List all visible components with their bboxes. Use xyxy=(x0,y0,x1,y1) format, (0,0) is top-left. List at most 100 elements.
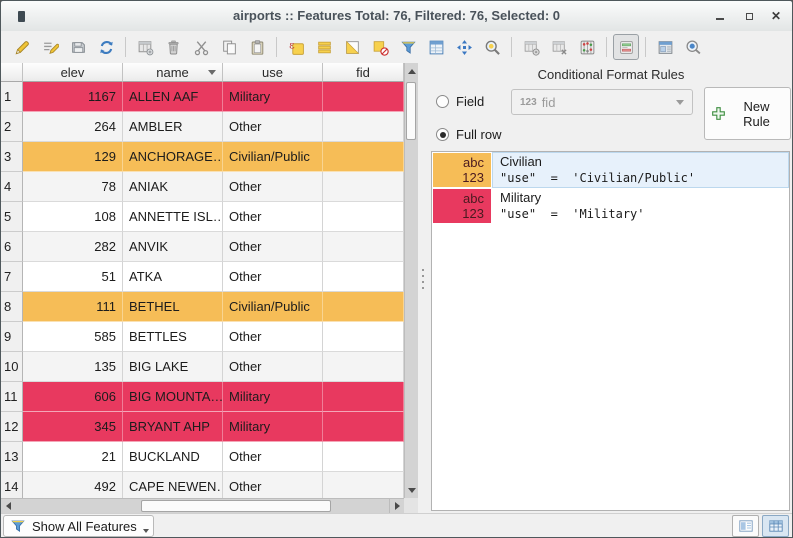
cell-elev[interactable]: 1167 xyxy=(23,82,123,112)
column-header-use[interactable]: use xyxy=(223,63,323,82)
cell-use[interactable]: Military xyxy=(223,412,323,442)
table-row[interactable]: 3129ANCHORAGE…Civilian/Public xyxy=(1,142,404,172)
row-number-cell[interactable]: 13 xyxy=(1,442,23,472)
table-row[interactable]: 11606BIG MOUNTA…Military xyxy=(1,382,404,412)
table-row[interactable]: 10135BIG LAKEOther xyxy=(1,352,404,382)
invert-selection-button[interactable] xyxy=(339,34,365,60)
cell-fid[interactable] xyxy=(323,262,404,292)
table-row[interactable]: 12345BRYANT AHPMilitary xyxy=(1,412,404,442)
field-radio[interactable]: Field xyxy=(436,94,484,109)
cell-fid[interactable] xyxy=(323,112,404,142)
column-header-fid[interactable]: fid xyxy=(323,63,404,82)
select-by-form-button[interactable] xyxy=(395,34,421,60)
cell-elev[interactable]: 78 xyxy=(23,172,123,202)
move-selection-to-top-button[interactable] xyxy=(423,34,449,60)
cell-name[interactable]: BETHEL xyxy=(123,292,223,322)
full-row-radio[interactable]: Full row xyxy=(436,127,502,142)
cell-use[interactable]: Military xyxy=(223,382,323,412)
cell-fid[interactable] xyxy=(323,142,404,172)
cell-name[interactable]: AMBLER xyxy=(123,112,223,142)
row-number-cell[interactable]: 9 xyxy=(1,322,23,352)
radio-icon[interactable] xyxy=(436,128,449,141)
column-header-name[interactable]: name xyxy=(123,63,223,82)
cell-fid[interactable] xyxy=(323,382,404,412)
cell-use[interactable]: Other xyxy=(223,262,323,292)
scroll-down-arrow[interactable] xyxy=(405,483,418,497)
zoom-to-selected-button[interactable] xyxy=(479,34,505,60)
cell-use[interactable]: Other xyxy=(223,172,323,202)
cell-fid[interactable] xyxy=(323,172,404,202)
rule-swatch[interactable]: abc123 xyxy=(433,153,491,187)
table-row[interactable]: 6282ANVIKOther xyxy=(1,232,404,262)
cell-use[interactable]: Other xyxy=(223,472,323,498)
actions-button[interactable] xyxy=(680,34,706,60)
cell-elev[interactable]: 606 xyxy=(23,382,123,412)
cell-name[interactable]: BRYANT AHP xyxy=(123,412,223,442)
table-view-button[interactable] xyxy=(762,515,789,537)
row-number-cell[interactable]: 6 xyxy=(1,232,23,262)
cell-fid[interactable] xyxy=(323,202,404,232)
cell-name[interactable]: CAPE NEWEN… xyxy=(123,472,223,498)
cell-name[interactable]: BIG MOUNTA… xyxy=(123,382,223,412)
cell-name[interactable]: ANVIK xyxy=(123,232,223,262)
save-edits-button[interactable] xyxy=(65,34,91,60)
row-number-cell[interactable]: 10 xyxy=(1,352,23,382)
rule-item[interactable]: abc123Military"use" = 'Military' xyxy=(432,188,789,224)
cell-elev[interactable]: 585 xyxy=(23,322,123,352)
row-number-cell[interactable]: 8 xyxy=(1,292,23,322)
close-button[interactable]: ✕ xyxy=(762,1,790,31)
add-feature-button[interactable] xyxy=(132,34,158,60)
field-calculator-button[interactable] xyxy=(574,34,600,60)
scroll-up-arrow[interactable] xyxy=(405,64,418,78)
cell-use[interactable]: Military xyxy=(223,82,323,112)
row-number-cell[interactable]: 4 xyxy=(1,172,23,202)
new-field-button[interactable] xyxy=(518,34,544,60)
cell-fid[interactable] xyxy=(323,352,404,382)
cell-use[interactable]: Other xyxy=(223,442,323,472)
row-number-cell[interactable]: 14 xyxy=(1,472,23,498)
cell-elev[interactable]: 108 xyxy=(23,202,123,232)
cell-fid[interactable] xyxy=(323,292,404,322)
rule-item[interactable]: abc123Civilian"use" = 'Civilian/Public' xyxy=(432,152,789,188)
maximize-button[interactable] xyxy=(735,1,763,31)
cell-elev[interactable]: 492 xyxy=(23,472,123,498)
cell-name[interactable]: BIG LAKE xyxy=(123,352,223,382)
cell-elev[interactable]: 21 xyxy=(23,442,123,472)
cell-elev[interactable]: 135 xyxy=(23,352,123,382)
reload-button[interactable] xyxy=(93,34,119,60)
field-select[interactable]: 123 fid xyxy=(511,89,693,115)
title-bar[interactable]: airports :: Features Total: 76, Filtered… xyxy=(1,1,792,32)
cell-use[interactable]: Other xyxy=(223,202,323,232)
table-row[interactable]: 5108ANNETTE ISL…Other xyxy=(1,202,404,232)
vertical-scrollbar[interactable] xyxy=(404,63,418,498)
radio-icon[interactable] xyxy=(436,95,449,108)
cell-elev[interactable]: 111 xyxy=(23,292,123,322)
multi-edit-button[interactable] xyxy=(37,34,63,60)
row-number-cell[interactable]: 1 xyxy=(1,82,23,112)
table-row[interactable]: 8111BETHELCivilian/Public xyxy=(1,292,404,322)
horizontal-scrollbar[interactable] xyxy=(1,498,404,513)
pan-to-selected-button[interactable] xyxy=(451,34,477,60)
row-number-cell[interactable]: 3 xyxy=(1,142,23,172)
cell-elev[interactable]: 282 xyxy=(23,232,123,262)
cell-use[interactable]: Civilian/Public xyxy=(223,142,323,172)
cell-elev[interactable]: 345 xyxy=(23,412,123,442)
cell-fid[interactable] xyxy=(323,442,404,472)
cell-name[interactable]: ALLEN AAF xyxy=(123,82,223,112)
cell-name[interactable]: ANIAK xyxy=(123,172,223,202)
cell-name[interactable]: BETTLES xyxy=(123,322,223,352)
panel-splitter[interactable] xyxy=(418,63,428,513)
filter-features-button[interactable]: Show All Features xyxy=(3,515,154,537)
copy-button[interactable] xyxy=(216,34,242,60)
table-row[interactable]: 14492CAPE NEWEN…Other xyxy=(1,472,404,498)
form-view-button[interactable] xyxy=(732,515,759,537)
column-header-elev[interactable]: elev xyxy=(23,63,123,82)
table-row[interactable]: 751ATKAOther xyxy=(1,262,404,292)
cell-fid[interactable] xyxy=(323,82,404,112)
cell-fid[interactable] xyxy=(323,412,404,442)
select-all-button[interactable] xyxy=(311,34,337,60)
conditional-formatting-button[interactable] xyxy=(613,34,639,60)
cell-name[interactable]: BUCKLAND xyxy=(123,442,223,472)
rule-swatch[interactable]: abc123 xyxy=(433,189,491,223)
cell-fid[interactable] xyxy=(323,232,404,262)
